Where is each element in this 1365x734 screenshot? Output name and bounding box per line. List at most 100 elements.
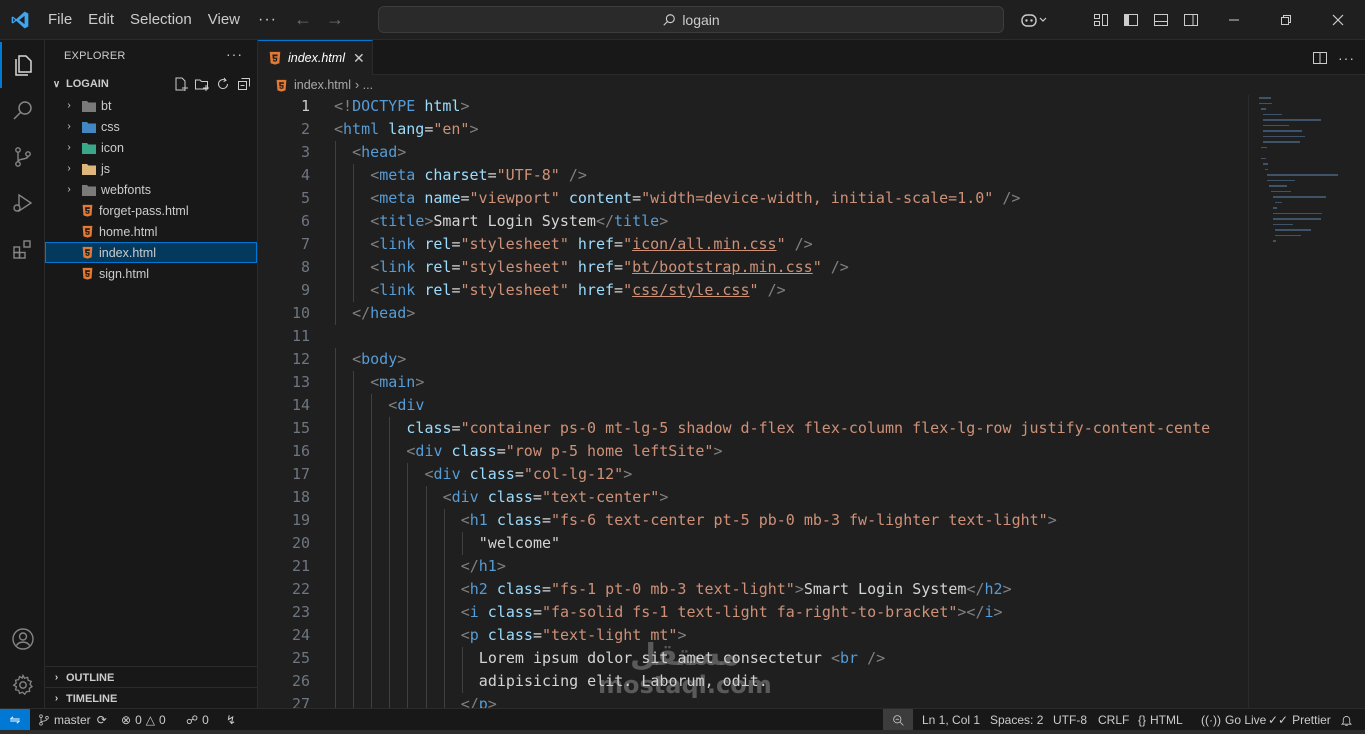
explorer-more-button[interactable]: ··· — [226, 46, 243, 62]
account-icon[interactable] — [0, 616, 45, 662]
new-folder-icon[interactable] — [194, 76, 210, 92]
code-content: <meta name="viewport" content="width=dev… — [370, 187, 1020, 210]
code-line[interactable]: 1 <!DOCTYPE html> — [258, 95, 1248, 118]
menu-selection[interactable]: Selection — [122, 0, 200, 40]
minimize-icon[interactable] — [1208, 0, 1260, 40]
code-line[interactable]: 19 <h1 class="fs-6 text-center pt-5 pb-0 … — [258, 509, 1248, 532]
menu-file[interactable]: File — [40, 0, 80, 40]
forward-arrow-icon[interactable]: → — [319, 9, 351, 30]
lightning-icon[interactable]: ↯ — [226, 709, 236, 731]
minimap-line — [1267, 179, 1295, 181]
menu-more-button[interactable]: ··· — [248, 11, 287, 29]
toggle-secondary-sidebar-icon[interactable] — [1176, 5, 1206, 35]
timeline-section[interactable]: › TIMELINE — [45, 687, 258, 709]
code-line[interactable]: 5 <meta name="viewport" content="width=de… — [258, 187, 1248, 210]
code-line[interactable]: 8 <link rel="stylesheet" href="bt/bootstr… — [258, 256, 1248, 279]
collapse-all-icon[interactable] — [236, 76, 252, 92]
menu-edit[interactable]: Edit — [80, 0, 122, 40]
file-item[interactable]: sign.html — [45, 263, 257, 284]
code-line[interactable]: 12 <body> — [258, 348, 1248, 371]
code-token: class — [496, 580, 542, 598]
split-editor-icon[interactable] — [1312, 50, 1328, 66]
code-token: = — [532, 626, 542, 644]
branch-status[interactable]: master ⟳ — [38, 709, 107, 731]
toggle-panel-icon[interactable] — [1146, 5, 1176, 35]
file-item[interactable]: index.html — [45, 242, 257, 263]
code-line[interactable]: 13 <main> — [258, 371, 1248, 394]
new-file-icon[interactable] — [173, 76, 189, 92]
close-window-icon[interactable] — [1312, 0, 1364, 40]
code-editor[interactable]: 1 <!DOCTYPE html> 2 <html lang="en"> 3 <head>… — [258, 95, 1248, 708]
cursor-position[interactable]: Ln 1, Col 1 — [922, 709, 980, 731]
prettier-status[interactable]: ✓✓ Prettier — [1268, 709, 1331, 731]
code-line[interactable]: 20 "welcome" — [258, 532, 1248, 555]
code-line[interactable]: 10 </head> — [258, 302, 1248, 325]
folder-item[interactable]: › css — [45, 116, 257, 137]
code-line[interactable]: 14 <div — [258, 394, 1248, 417]
manage-gear-icon[interactable] — [0, 662, 45, 708]
ports-status[interactable]: ☍ 0 — [186, 709, 209, 731]
file-item[interactable]: forget-pass.html — [45, 200, 257, 221]
folder-item[interactable]: › bt — [45, 95, 257, 116]
breadcrumb-file[interactable]: index.html — [294, 78, 351, 92]
copilot-icon[interactable] — [1014, 5, 1054, 35]
folder-item[interactable]: › icon — [45, 137, 257, 158]
tab-close-icon[interactable]: ✕ — [353, 50, 365, 67]
code-line[interactable]: 17 <div class="col-lg-12"> — [258, 463, 1248, 486]
code-token: head — [370, 304, 407, 322]
indent-guide — [425, 670, 427, 693]
problems-status[interactable]: ⊗ 0 △ 0 — [121, 709, 166, 731]
code-token: > — [397, 350, 407, 368]
taskbar-strip — [0, 730, 1365, 734]
code-line[interactable]: 2 <html lang="en"> — [258, 118, 1248, 141]
code-line[interactable]: 7 <link rel="stylesheet" href="icon/all.m… — [258, 233, 1248, 256]
folder-item[interactable]: › js — [45, 158, 257, 179]
zoom-icon[interactable] — [883, 709, 913, 731]
outline-section[interactable]: › OUTLINE — [45, 666, 258, 688]
indentation[interactable]: Spaces: 2 — [990, 709, 1043, 731]
code-line[interactable]: 6 <title>Smart Login System</title> — [258, 210, 1248, 233]
encoding[interactable]: UTF-8 — [1053, 709, 1087, 731]
code-line[interactable]: 3 <head> — [258, 141, 1248, 164]
language-mode[interactable]: {} HTML — [1138, 709, 1183, 731]
git-branch-icon — [39, 714, 49, 726]
tab-index-html[interactable]: index.html ✕ — [258, 40, 373, 75]
explorer-icon[interactable] — [0, 42, 45, 88]
end-of-line[interactable]: CRLF — [1098, 709, 1129, 731]
remote-indicator-icon[interactable]: ⇋ — [0, 709, 30, 731]
code-line[interactable]: 15 class="container ps-0 mt-lg-5 shadow d… — [258, 417, 1248, 440]
refresh-icon[interactable] — [215, 76, 231, 92]
back-arrow-icon[interactable]: ← — [287, 9, 319, 30]
minimap[interactable] — [1248, 95, 1365, 708]
editor-more-icon[interactable]: ··· — [1338, 50, 1355, 66]
code-line[interactable]: 18 <div class="text-center"> — [258, 486, 1248, 509]
notifications-bell-icon[interactable] — [1340, 709, 1353, 731]
code-line[interactable]: 21 </h1> — [258, 555, 1248, 578]
extensions-icon[interactable] — [0, 226, 45, 272]
code-line[interactable]: 4 <meta charset="UTF-8" /> — [258, 164, 1248, 187]
restore-icon[interactable] — [1260, 0, 1312, 40]
code-line[interactable]: 23 <i class="fa-solid fs-1 text-light fa-… — [258, 601, 1248, 624]
command-center-search[interactable]: logain — [378, 6, 1004, 33]
folder-item[interactable]: › webfonts — [45, 179, 257, 200]
code-token: div — [397, 396, 425, 414]
code-line[interactable]: 11 — [258, 325, 1248, 348]
code-line[interactable]: 9 <link rel="stylesheet" href="css/style.… — [258, 279, 1248, 302]
code-line[interactable]: 22 <h2 class="fs-1 pt-0 mb-3 text-light">… — [258, 578, 1248, 601]
indent-guide — [335, 348, 336, 371]
code-line[interactable]: 16 <div class="row p-5 home leftSite"> — [258, 440, 1248, 463]
folder-header-logain[interactable]: ∨ LOGAIN — [45, 73, 258, 95]
code-token: h2 — [984, 580, 1003, 598]
run-debug-icon[interactable] — [0, 180, 45, 226]
menu-view[interactable]: View — [200, 0, 248, 40]
file-item[interactable]: home.html — [45, 221, 257, 242]
toggle-primary-sidebar-icon[interactable] — [1116, 5, 1146, 35]
search-activity-icon[interactable] — [0, 88, 45, 134]
go-live-button[interactable]: ((·)) Go Live — [1201, 709, 1266, 731]
breadcrumb-separator[interactable]: › ... — [355, 78, 373, 92]
indent-guide — [371, 624, 373, 647]
customize-layout-icon[interactable] — [1086, 5, 1116, 35]
source-control-icon[interactable] — [0, 134, 45, 180]
code-token: = — [541, 580, 551, 598]
